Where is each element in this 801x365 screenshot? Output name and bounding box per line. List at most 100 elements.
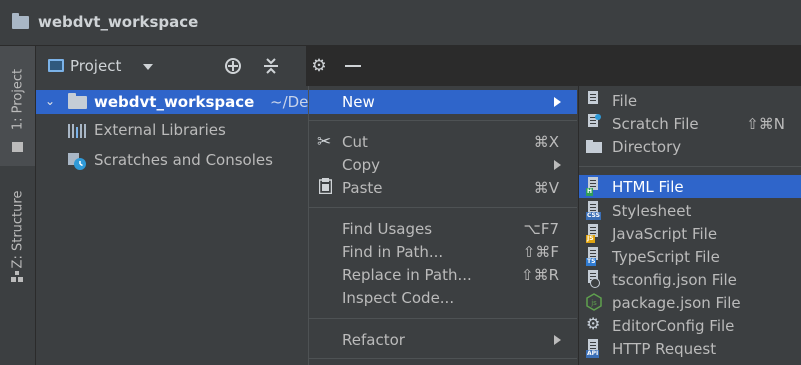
folder-icon bbox=[68, 93, 87, 109]
tab-structure[interactable]: Z: Structure bbox=[0, 170, 35, 290]
directory-icon bbox=[586, 137, 602, 156]
css-file-icon: CSS bbox=[586, 201, 602, 220]
submenu-item-label: package.json File bbox=[612, 294, 741, 312]
tab-project[interactable]: 1: Project bbox=[0, 46, 35, 166]
submenu-item-tsconfig[interactable]: tsconfig.json File bbox=[579, 268, 801, 291]
submenu-item-file[interactable]: File bbox=[579, 89, 801, 112]
project-view-icon bbox=[48, 59, 64, 72]
submenu-item-label: File bbox=[612, 92, 638, 110]
menu-item-inspect-code[interactable]: Inspect Code... bbox=[309, 286, 577, 310]
project-view-selector[interactable]: Project bbox=[70, 57, 121, 75]
tab-structure-label: Z: Structure bbox=[10, 190, 25, 269]
submenu-item-label: Stylesheet bbox=[612, 202, 692, 220]
menu-separator bbox=[309, 120, 577, 121]
menu-item-shortcut: ⌘X bbox=[533, 133, 559, 151]
clipboard-icon bbox=[318, 178, 333, 199]
menu-item-label: Copy bbox=[342, 156, 381, 174]
collapse-all-icon[interactable] bbox=[260, 55, 282, 77]
window-title: webdvt_workspace bbox=[38, 13, 199, 31]
submenu-item-http-request[interactable]: API HTTP Request bbox=[579, 337, 801, 360]
file-icon bbox=[586, 91, 602, 110]
menu-item-label: Refactor bbox=[342, 331, 405, 349]
scissors-icon: ✂ bbox=[317, 132, 332, 152]
chevron-right-icon bbox=[554, 335, 561, 345]
menu-separator bbox=[309, 318, 577, 319]
scratch-file-icon bbox=[586, 114, 602, 133]
tree-node-label: Scratches and Consoles bbox=[94, 151, 273, 169]
menu-item-label: Cut bbox=[342, 133, 368, 151]
submenu-item-typescript-file[interactable]: TS TypeScript File bbox=[579, 245, 801, 268]
menu-item-shortcut: ⌥F7 bbox=[523, 220, 559, 238]
menu-item-paste[interactable]: Paste ⌘V bbox=[309, 176, 577, 200]
submenu-item-label: TypeScript File bbox=[612, 248, 720, 266]
chevron-right-icon bbox=[554, 97, 561, 107]
menu-item-find-in-path[interactable]: Find in Path... ⇧⌘F bbox=[309, 240, 577, 264]
menu-item-shortcut: ⇧⌘F bbox=[522, 243, 559, 261]
menu-item-label: Find Usages bbox=[342, 220, 433, 238]
project-tab-icon bbox=[12, 142, 23, 152]
window-title-bar: webdvt_workspace bbox=[0, 0, 801, 46]
menu-item-new[interactable]: New bbox=[309, 90, 577, 114]
project-tree: ⌄ webdvt_workspace ~/De External Librari… bbox=[36, 86, 308, 365]
submenu-item-package-json[interactable]: js package.json File bbox=[579, 291, 801, 314]
chevron-down-icon[interactable]: ⌄ bbox=[45, 94, 55, 108]
submenu-item-label: JavaScript File bbox=[612, 225, 718, 243]
submenu-item-shortcut: ⇧⌘N bbox=[746, 115, 785, 133]
tree-node-path: ~/De bbox=[270, 93, 309, 111]
svg-text:js: js bbox=[590, 299, 597, 307]
menu-item-label: Inspect Code... bbox=[342, 289, 455, 307]
js-file-icon: JS bbox=[586, 224, 602, 243]
submenu-item-stylesheet[interactable]: CSS Stylesheet bbox=[579, 199, 801, 222]
submenu-item-directory[interactable]: Directory bbox=[579, 135, 801, 158]
submenu-item-label: Directory bbox=[612, 138, 682, 156]
menu-item-label: Paste bbox=[342, 179, 383, 197]
tree-node-external-libraries[interactable]: External Libraries bbox=[36, 118, 308, 142]
tree-node-workspace[interactable]: ⌄ webdvt_workspace ~/De bbox=[36, 90, 308, 114]
menu-item-copy[interactable]: Copy bbox=[309, 153, 577, 177]
menu-item-shortcut: ⌘V bbox=[533, 179, 559, 197]
submenu-item-label: HTTP Request bbox=[612, 340, 717, 358]
chevron-down-icon[interactable] bbox=[143, 64, 153, 70]
menu-separator bbox=[579, 166, 801, 167]
project-toolbar: Project bbox=[36, 46, 306, 86]
submenu-item-html-file[interactable]: H HTML File bbox=[579, 175, 801, 198]
tab-project-label: 1: Project bbox=[10, 68, 25, 131]
gear-icon[interactable]: ⚙ bbox=[308, 55, 330, 77]
ts-file-icon: TS bbox=[586, 247, 602, 266]
submenu-item-label: EditorConfig File bbox=[612, 317, 735, 335]
new-submenu: File Scratch File ⇧⌘N Directory H HTML F… bbox=[578, 86, 801, 365]
folder-icon bbox=[12, 13, 29, 29]
submenu-item-scratch-file[interactable]: Scratch File ⇧⌘N bbox=[579, 112, 801, 135]
locate-icon[interactable] bbox=[222, 55, 244, 77]
submenu-item-label: HTML File bbox=[612, 178, 684, 196]
menu-separator bbox=[309, 358, 577, 359]
scratches-icon bbox=[67, 152, 87, 170]
hide-icon[interactable] bbox=[342, 55, 364, 77]
submenu-item-label: tsconfig.json File bbox=[612, 271, 737, 289]
menu-item-label: New bbox=[342, 93, 375, 111]
tsconfig-file-icon bbox=[586, 270, 602, 289]
gear-icon: ⚙ bbox=[586, 314, 601, 333]
tree-node-label: webdvt_workspace bbox=[94, 93, 255, 111]
context-menu: New ✂ Cut ⌘X Copy Paste ⌘V Find Usages ⌥… bbox=[308, 86, 578, 365]
menu-item-find-usages[interactable]: Find Usages ⌥F7 bbox=[309, 217, 577, 241]
menu-item-refactor[interactable]: Refactor bbox=[309, 328, 577, 352]
submenu-item-javascript-file[interactable]: JS JavaScript File bbox=[579, 222, 801, 245]
structure-icon bbox=[11, 271, 23, 283]
tree-node-scratches[interactable]: Scratches and Consoles bbox=[36, 148, 308, 172]
libraries-icon bbox=[68, 124, 87, 138]
menu-item-cut[interactable]: ✂ Cut ⌘X bbox=[309, 130, 577, 154]
menu-item-label: Find in Path... bbox=[342, 243, 444, 261]
tree-node-label: External Libraries bbox=[94, 121, 226, 139]
chevron-right-icon bbox=[554, 160, 561, 170]
tool-window-strip: 1: Project Z: Structure bbox=[0, 46, 36, 365]
package-json-icon: js bbox=[586, 293, 602, 312]
http-request-icon: API bbox=[586, 339, 602, 358]
menu-separator bbox=[309, 207, 577, 208]
menu-item-shortcut: ⇧⌘R bbox=[521, 266, 559, 284]
submenu-item-editorconfig[interactable]: ⚙ EditorConfig File bbox=[579, 314, 801, 337]
html-file-icon: H bbox=[586, 177, 602, 196]
submenu-item-label: Scratch File bbox=[612, 115, 699, 133]
menu-item-replace-in-path[interactable]: Replace in Path... ⇧⌘R bbox=[309, 263, 577, 287]
menu-item-label: Replace in Path... bbox=[342, 266, 472, 284]
